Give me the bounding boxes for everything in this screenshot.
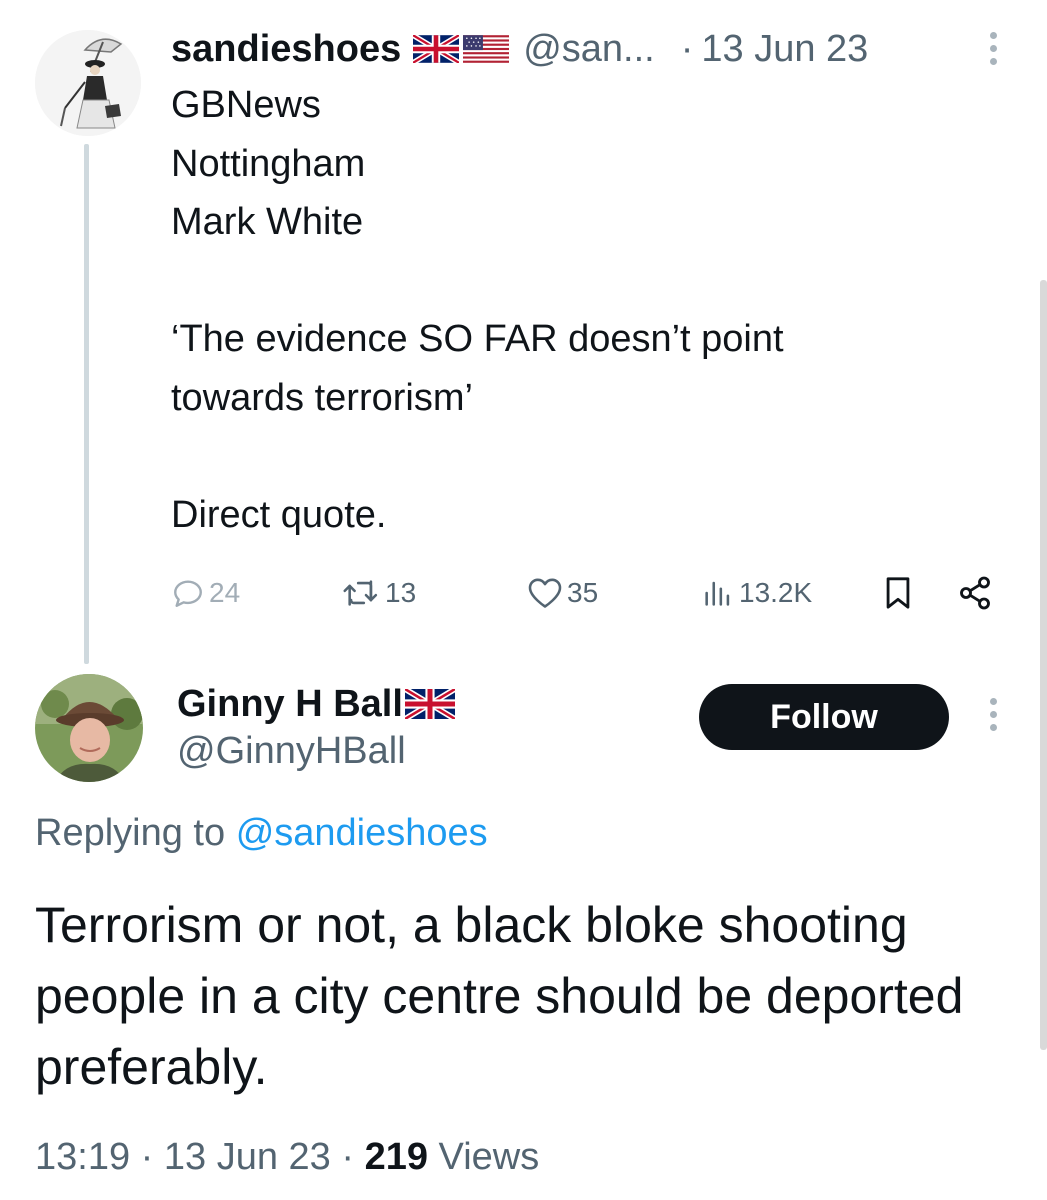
umbrella-lady-avatar-icon [35, 30, 141, 136]
share-button[interactable] [957, 568, 993, 618]
scrollbar[interactable] [1040, 280, 1047, 1050]
bookmark-button[interactable] [881, 568, 915, 618]
reply-button[interactable]: 24 [171, 568, 240, 618]
tweet-text-line [171, 427, 991, 486]
reply-count: 24 [209, 577, 241, 608]
heart-icon [528, 578, 562, 608]
views-count: 13.2K [739, 577, 813, 608]
separator-dot: · [680, 27, 694, 70]
uk-flag-icon [404, 689, 455, 719]
views-button[interactable]: 13.2K [701, 568, 812, 618]
replying-to-link[interactable]: @sandieshoes [236, 812, 488, 854]
tweet-text-line: Nottingham [171, 142, 366, 185]
tweet-text-line [171, 252, 991, 311]
like-count: 35 [567, 577, 599, 608]
tweet-text-line: Mark White [171, 201, 364, 243]
reply-icon [174, 580, 202, 607]
tweet-date[interactable]: 13 Jun 23 [701, 28, 868, 71]
separator-dot: · [140, 1136, 154, 1178]
reply-author-row: Ginny H Ball [177, 678, 455, 730]
tweet-time[interactable]: 13:19 [35, 1136, 130, 1178]
bookmark-icon [886, 577, 910, 609]
replying-to-line: Replying to @sandieshoes [35, 812, 488, 855]
analytics-bars-icon [705, 581, 730, 606]
author-flags [413, 35, 510, 63]
more-options-icon[interactable] [985, 32, 1001, 72]
parent-tweet-text: GBNews Nottingham Mark White ‘The eviden… [171, 76, 991, 544]
more-options-icon[interactable] [985, 698, 1001, 738]
author-handle[interactable]: @GinnyHBall [177, 730, 406, 773]
views-count[interactable]: 219 [365, 1136, 428, 1178]
tweet-text-line: GBNews [171, 84, 321, 126]
author-name[interactable]: sandieshoes [171, 28, 401, 71]
separator-dot: · [341, 1136, 355, 1178]
tweet-date[interactable]: 13 Jun 23 [164, 1136, 331, 1178]
retweet-count: 13 [385, 577, 417, 608]
avatar[interactable] [35, 30, 141, 136]
share-icon [960, 576, 990, 610]
tweet-text-line: towards terrorism’ [171, 376, 473, 419]
tweet-text-line: ‘The evidence SO FAR doesn’t point [171, 318, 784, 360]
profile-photo-avatar-icon [35, 674, 143, 782]
avatar[interactable] [35, 674, 143, 782]
tweet-meta: 13:19 · 13 Jun 23 · 219 Views [35, 1136, 539, 1179]
uk-flag-icon [413, 35, 460, 63]
author-name[interactable]: Ginny H Ball [177, 683, 403, 726]
retweet-button[interactable]: 13 [341, 568, 416, 618]
tweet-text-line: Direct quote. [171, 493, 387, 536]
reply-tweet-text: Terrorism or not, a black bloke shooting… [35, 897, 964, 1095]
parent-tweet-header: sandieshoes @san... · 13 Jun 23 [171, 26, 868, 72]
follow-button[interactable]: Follow [699, 684, 949, 750]
views-label: Views [438, 1136, 540, 1178]
us-flag-icon [463, 35, 510, 63]
thread-connector-line [84, 144, 89, 664]
author-handle[interactable]: @san... [523, 28, 655, 71]
replying-prefix: Replying to [35, 812, 226, 854]
tweet-action-bar: 24 13 35 13.2K [171, 568, 1001, 618]
like-button[interactable]: 35 [527, 568, 598, 618]
retweet-icon [343, 580, 378, 606]
